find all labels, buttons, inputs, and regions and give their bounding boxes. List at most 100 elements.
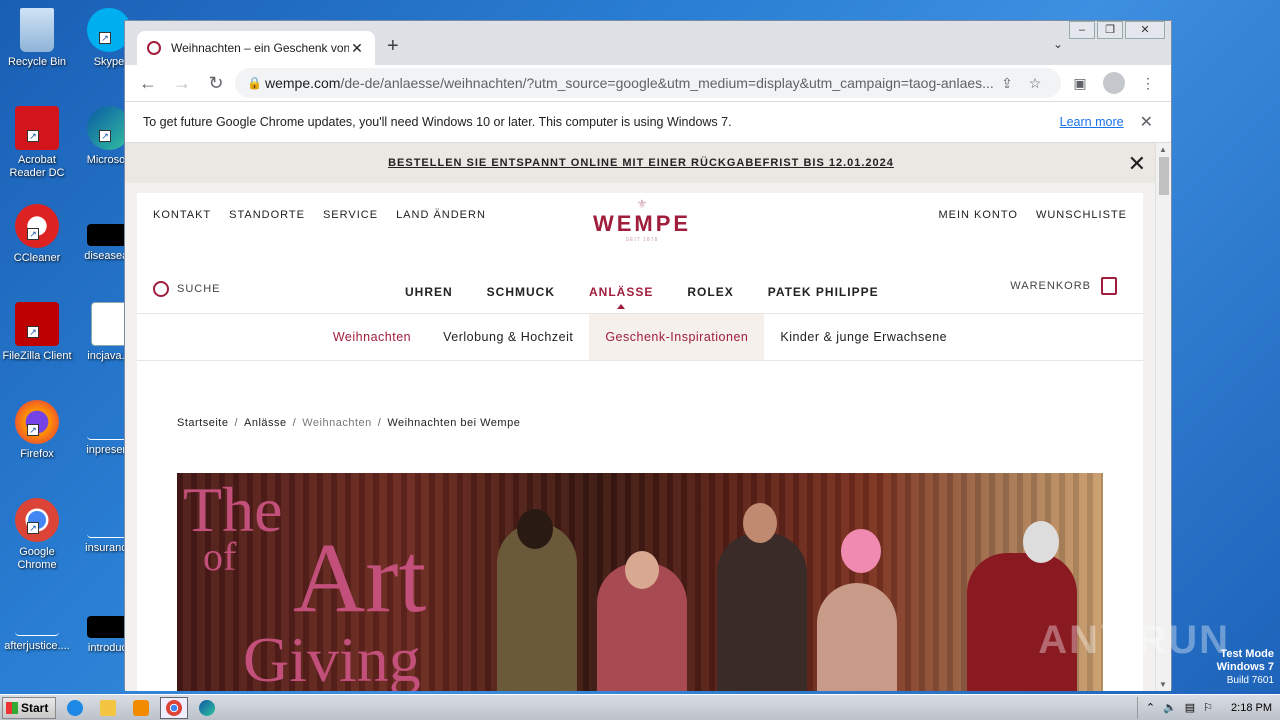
nav-land-aendern[interactable]: LAND ÄNDERN bbox=[396, 209, 486, 221]
nav-rolex[interactable]: ROLEX bbox=[687, 285, 733, 299]
page-scrollbar[interactable]: ▲ ▼ bbox=[1155, 143, 1171, 691]
taskbar-chrome[interactable] bbox=[160, 696, 188, 719]
word-document-icon bbox=[91, 302, 127, 346]
search-label: SUCHE bbox=[177, 283, 221, 295]
breadcrumb-current: Weihnachten bei Wempe bbox=[387, 417, 521, 429]
close-infobar-icon[interactable]: ✕ bbox=[1140, 112, 1153, 132]
cart-link[interactable]: WARENKORB bbox=[1010, 277, 1117, 295]
side-panel-icon[interactable]: ▣ bbox=[1065, 75, 1095, 92]
close-promo-icon[interactable]: ✕ bbox=[1128, 151, 1147, 177]
profile-avatar-icon[interactable] bbox=[1103, 72, 1125, 94]
desktop-icon-chrome[interactable]: ↗ Google Chrome bbox=[2, 498, 72, 572]
file-icon bbox=[15, 596, 59, 636]
browser-toolbar: ← → ↻ 🔒 wempe.com/de-de/anlaesse/weihnac… bbox=[125, 65, 1171, 101]
nav-mein-konto[interactable]: MEIN KONTO bbox=[938, 209, 1017, 221]
edge-icon bbox=[199, 699, 215, 716]
site-search[interactable]: SUCHE bbox=[153, 281, 221, 297]
breadcrumb-weihnachten[interactable]: Weihnachten bbox=[302, 417, 372, 429]
subnav-kinder[interactable]: Kinder & junge Erwachsene bbox=[764, 314, 963, 360]
browser-tab[interactable]: Weihnachten – ein Geschenk von We ✕ bbox=[137, 31, 375, 65]
restore-icon[interactable]: ❐ bbox=[1097, 21, 1123, 39]
hero-person bbox=[717, 533, 807, 691]
hero-person bbox=[817, 583, 897, 691]
close-window-icon[interactable]: ✕ bbox=[1125, 21, 1165, 39]
anyrun-watermark: ANY.RUN bbox=[1038, 618, 1230, 662]
desktop-icon-filezilla[interactable]: ↗ FileZilla Client bbox=[2, 302, 72, 363]
lock-icon: 🔒 bbox=[247, 76, 262, 90]
menu-kebab-icon[interactable]: ⋮ bbox=[1133, 75, 1163, 92]
promo-banner[interactable]: BESTELLEN SIE ENTSPANNT ONLINE MIT EINER… bbox=[125, 143, 1157, 183]
nav-standorte[interactable]: STANDORTE bbox=[229, 209, 305, 221]
start-button[interactable]: Start bbox=[2, 696, 56, 719]
taskbar-ie[interactable] bbox=[61, 697, 89, 719]
back-icon[interactable]: ← bbox=[133, 68, 163, 98]
tab-search-icon[interactable]: ⌄ bbox=[1053, 37, 1063, 51]
internet-explorer-icon bbox=[67, 699, 83, 716]
desktop-icon-acrobat[interactable]: ↗ Acrobat Reader DC bbox=[2, 106, 72, 180]
taskbar-edge[interactable] bbox=[193, 697, 221, 719]
clock[interactable]: 2:18 PM bbox=[1231, 702, 1272, 714]
nav-schmuck[interactable]: SCHMUCK bbox=[487, 285, 555, 299]
subnav-geschenk-inspirationen[interactable]: Geschenk-Inspirationen bbox=[589, 314, 765, 360]
url-text: wempe.com/de-de/anlaesse/weihnachten/?ut… bbox=[265, 75, 993, 91]
scrollbar-thumb[interactable] bbox=[1159, 157, 1169, 195]
hero-image: The of Art Giving bbox=[177, 473, 1103, 691]
filezilla-icon: ↗ bbox=[15, 302, 59, 346]
nav-wunschliste[interactable]: WUNSCHLISTE bbox=[1036, 209, 1127, 221]
nav-patek-philippe[interactable]: PATEK PHILIPPE bbox=[768, 285, 879, 299]
wempe-logo[interactable]: ⚜ WEMPE SEIT 1878 bbox=[582, 197, 702, 243]
nav-kontakt[interactable]: KONTAKT bbox=[153, 209, 211, 221]
media-player-icon bbox=[133, 699, 149, 716]
taskbar-media-player[interactable] bbox=[127, 697, 155, 719]
scroll-up-icon[interactable]: ▲ bbox=[1159, 145, 1167, 154]
tray-expand-icon[interactable]: ⌃ bbox=[1146, 701, 1155, 714]
minimize-icon[interactable]: – bbox=[1069, 21, 1095, 39]
action-center-flag-icon[interactable]: ⚐ bbox=[1203, 701, 1213, 714]
sub-nav: Weihnachten Verlobung & Hochzeit Geschen… bbox=[137, 313, 1143, 361]
folder-icon bbox=[100, 699, 116, 716]
nav-anlaesse[interactable]: ANLÄSSE bbox=[589, 285, 653, 309]
nav-uhren[interactable]: UHREN bbox=[405, 285, 453, 299]
recycle-bin-icon bbox=[20, 8, 54, 52]
chrome-window: Weihnachten – ein Geschenk von We ✕ + ⌄ … bbox=[124, 20, 1172, 691]
web-page: BESTELLEN SIE ENTSPANNT ONLINE MIT EINER… bbox=[125, 143, 1157, 691]
window-controls: – ❐ ✕ bbox=[1069, 21, 1165, 39]
update-infobar: To get future Google Chrome updates, you… bbox=[125, 101, 1171, 143]
top-nav-left: KONTAKT STANDORTE SERVICE LAND ÄNDERN bbox=[153, 209, 486, 221]
windows-logo-icon bbox=[6, 701, 18, 714]
wempe-favicon-icon bbox=[147, 41, 161, 55]
chrome-icon bbox=[166, 699, 182, 716]
desktop-icons: Recycle Bin ↗ Skype ↗ Acrobat Reader DC … bbox=[0, 0, 134, 690]
share-icon[interactable]: ⇪ bbox=[993, 75, 1021, 92]
desktop-icon-afterjustice[interactable]: afterjustice.... bbox=[2, 596, 72, 653]
taskbar-explorer[interactable] bbox=[94, 697, 122, 719]
breadcrumb: Startseite / Anlässe / Weihnachten / Weihnacht… bbox=[177, 417, 521, 429]
search-icon bbox=[153, 281, 169, 297]
desktop-icon-recycle-bin[interactable]: Recycle Bin bbox=[2, 8, 72, 69]
ccleaner-icon: ↗ bbox=[15, 204, 59, 248]
infobar-message: To get future Google Chrome updates, you… bbox=[143, 115, 732, 129]
address-bar[interactable]: 🔒 wempe.com/de-de/anlaesse/weihnachten/?… bbox=[235, 68, 1061, 98]
system-tray: ⌃ 🔈 ▤ ⚐ 2:18 PM bbox=[1136, 696, 1280, 719]
chrome-icon: ↗ bbox=[15, 498, 59, 542]
forward-icon[interactable]: → bbox=[167, 68, 197, 98]
learn-more-link[interactable]: Learn more bbox=[1060, 115, 1124, 129]
cart-label: WARENKORB bbox=[1010, 280, 1091, 292]
taskbar: Start ⌃ 🔈 ▤ ⚐ 2:18 PM bbox=[0, 694, 1280, 720]
bookmark-star-icon[interactable]: ☆ bbox=[1021, 75, 1049, 92]
shopping-bag-icon bbox=[1101, 277, 1117, 295]
desktop-icon-firefox[interactable]: ↗ Firefox bbox=[2, 400, 72, 461]
network-icon[interactable]: ▤ bbox=[1185, 701, 1195, 714]
close-tab-icon[interactable]: ✕ bbox=[349, 40, 365, 57]
nav-service[interactable]: SERVICE bbox=[323, 209, 378, 221]
new-tab-icon[interactable]: + bbox=[387, 35, 399, 58]
desktop-icon-ccleaner[interactable]: ↗ CCleaner bbox=[2, 204, 72, 265]
breadcrumb-anlaesse[interactable]: Anlässe bbox=[244, 417, 287, 429]
volume-icon[interactable]: 🔈 bbox=[1163, 701, 1177, 714]
reload-icon[interactable]: ↻ bbox=[201, 68, 231, 98]
subnav-verlobung[interactable]: Verlobung & Hochzeit bbox=[427, 314, 589, 360]
firefox-icon: ↗ bbox=[15, 400, 59, 444]
breadcrumb-startseite[interactable]: Startseite bbox=[177, 417, 228, 429]
subnav-weihnachten[interactable]: Weihnachten bbox=[317, 314, 427, 360]
scroll-down-icon[interactable]: ▼ bbox=[1159, 680, 1167, 689]
